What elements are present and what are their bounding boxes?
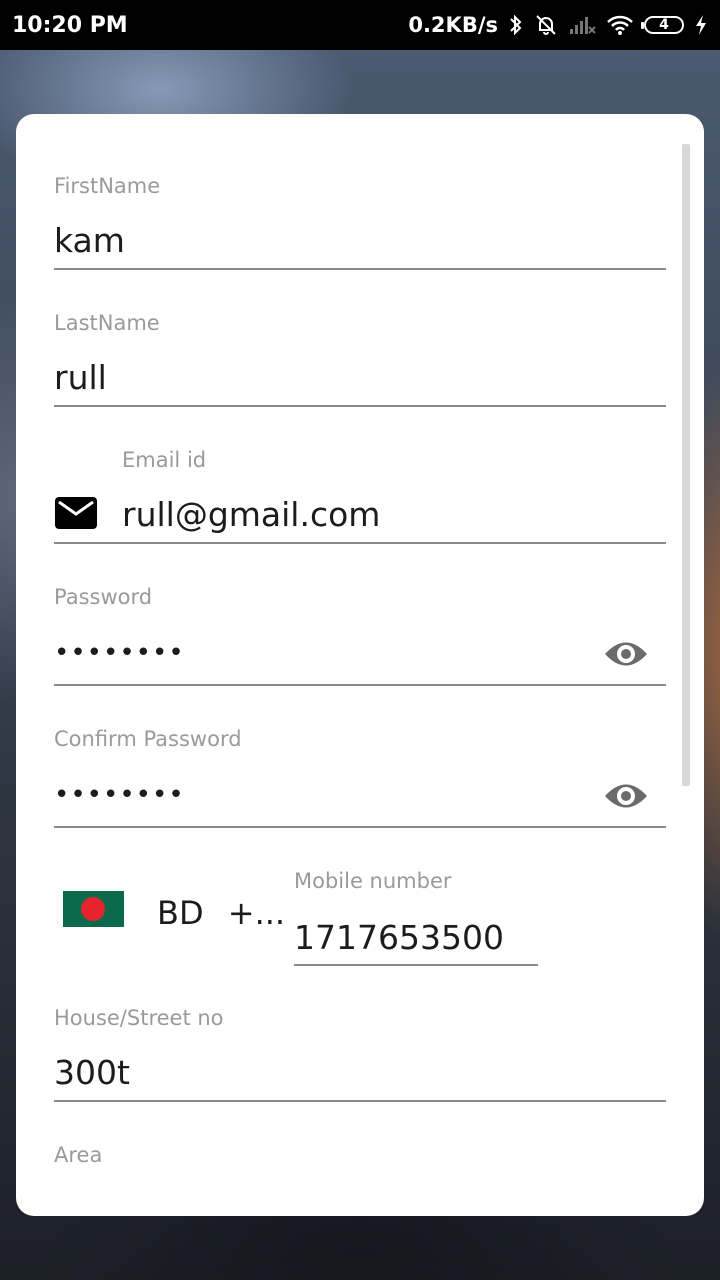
email-field[interactable]: Email id rull@gmail.com [54, 450, 666, 546]
password-field[interactable]: Password •••••••• [54, 587, 666, 687]
first-name-underline [54, 268, 666, 270]
last-name-label: LastName [54, 311, 160, 335]
mail-icon [54, 496, 98, 530]
bluetooth-icon [508, 13, 524, 37]
network-speed: 0.2KB/s [408, 13, 498, 37]
status-bar: 10:20 PM 0.2KB/s 4 [0, 0, 720, 50]
area-field[interactable]: Area [54, 1145, 666, 1205]
email-label: Email id [122, 448, 207, 472]
registration-form-card: FirstName kam LastName rull Email id rul… [16, 114, 704, 1216]
house-street-underline [54, 1100, 666, 1102]
email-underline [54, 542, 666, 544]
signal-icon [568, 14, 596, 36]
charging-icon [694, 14, 708, 36]
house-street-field[interactable]: House/Street no 300t [54, 1008, 666, 1104]
confirm-password-field[interactable]: Confirm Password •••••••• [54, 729, 666, 829]
country-code-picker[interactable]: BD +... [157, 894, 285, 932]
mobile-number-underline [294, 964, 538, 966]
eye-icon[interactable] [603, 637, 649, 671]
confirm-password-label: Confirm Password [54, 727, 242, 751]
country-code-label: BD [157, 894, 204, 932]
eye-icon[interactable] [603, 779, 649, 813]
first-name-field[interactable]: FirstName kam [54, 176, 666, 272]
scrollbar[interactable] [682, 144, 690, 786]
last-name-field[interactable]: LastName rull [54, 313, 666, 409]
confirm-password-underline [54, 826, 666, 828]
house-street-label: House/Street no [54, 1006, 224, 1030]
mobile-number-label: Mobile number [294, 869, 452, 893]
email-input[interactable]: rull@gmail.com [122, 498, 380, 531]
confirm-password-input[interactable]: •••••••• [54, 782, 185, 808]
wifi-icon [606, 14, 634, 36]
mobile-number-field[interactable]: Mobile number 1717653500 [294, 871, 538, 967]
first-name-input[interactable]: kam [54, 224, 125, 257]
status-time: 10:20 PM [12, 12, 128, 38]
password-label: Password [54, 585, 153, 609]
notifications-off-icon [534, 13, 558, 37]
first-name-label: FirstName [54, 174, 161, 198]
last-name-input[interactable]: rull [54, 361, 107, 394]
area-label: Area [54, 1143, 103, 1167]
house-street-input[interactable]: 300t [54, 1056, 130, 1089]
bangladesh-flag-icon[interactable] [63, 891, 124, 927]
password-input[interactable]: •••••••• [54, 640, 185, 666]
battery-icon: 4 [641, 16, 684, 34]
password-underline [54, 684, 666, 686]
status-icons: 0.2KB/s 4 [408, 13, 708, 37]
mobile-number-input[interactable]: 1717653500 [294, 921, 504, 954]
last-name-underline [54, 405, 666, 407]
dial-code-label: +... [227, 894, 286, 932]
